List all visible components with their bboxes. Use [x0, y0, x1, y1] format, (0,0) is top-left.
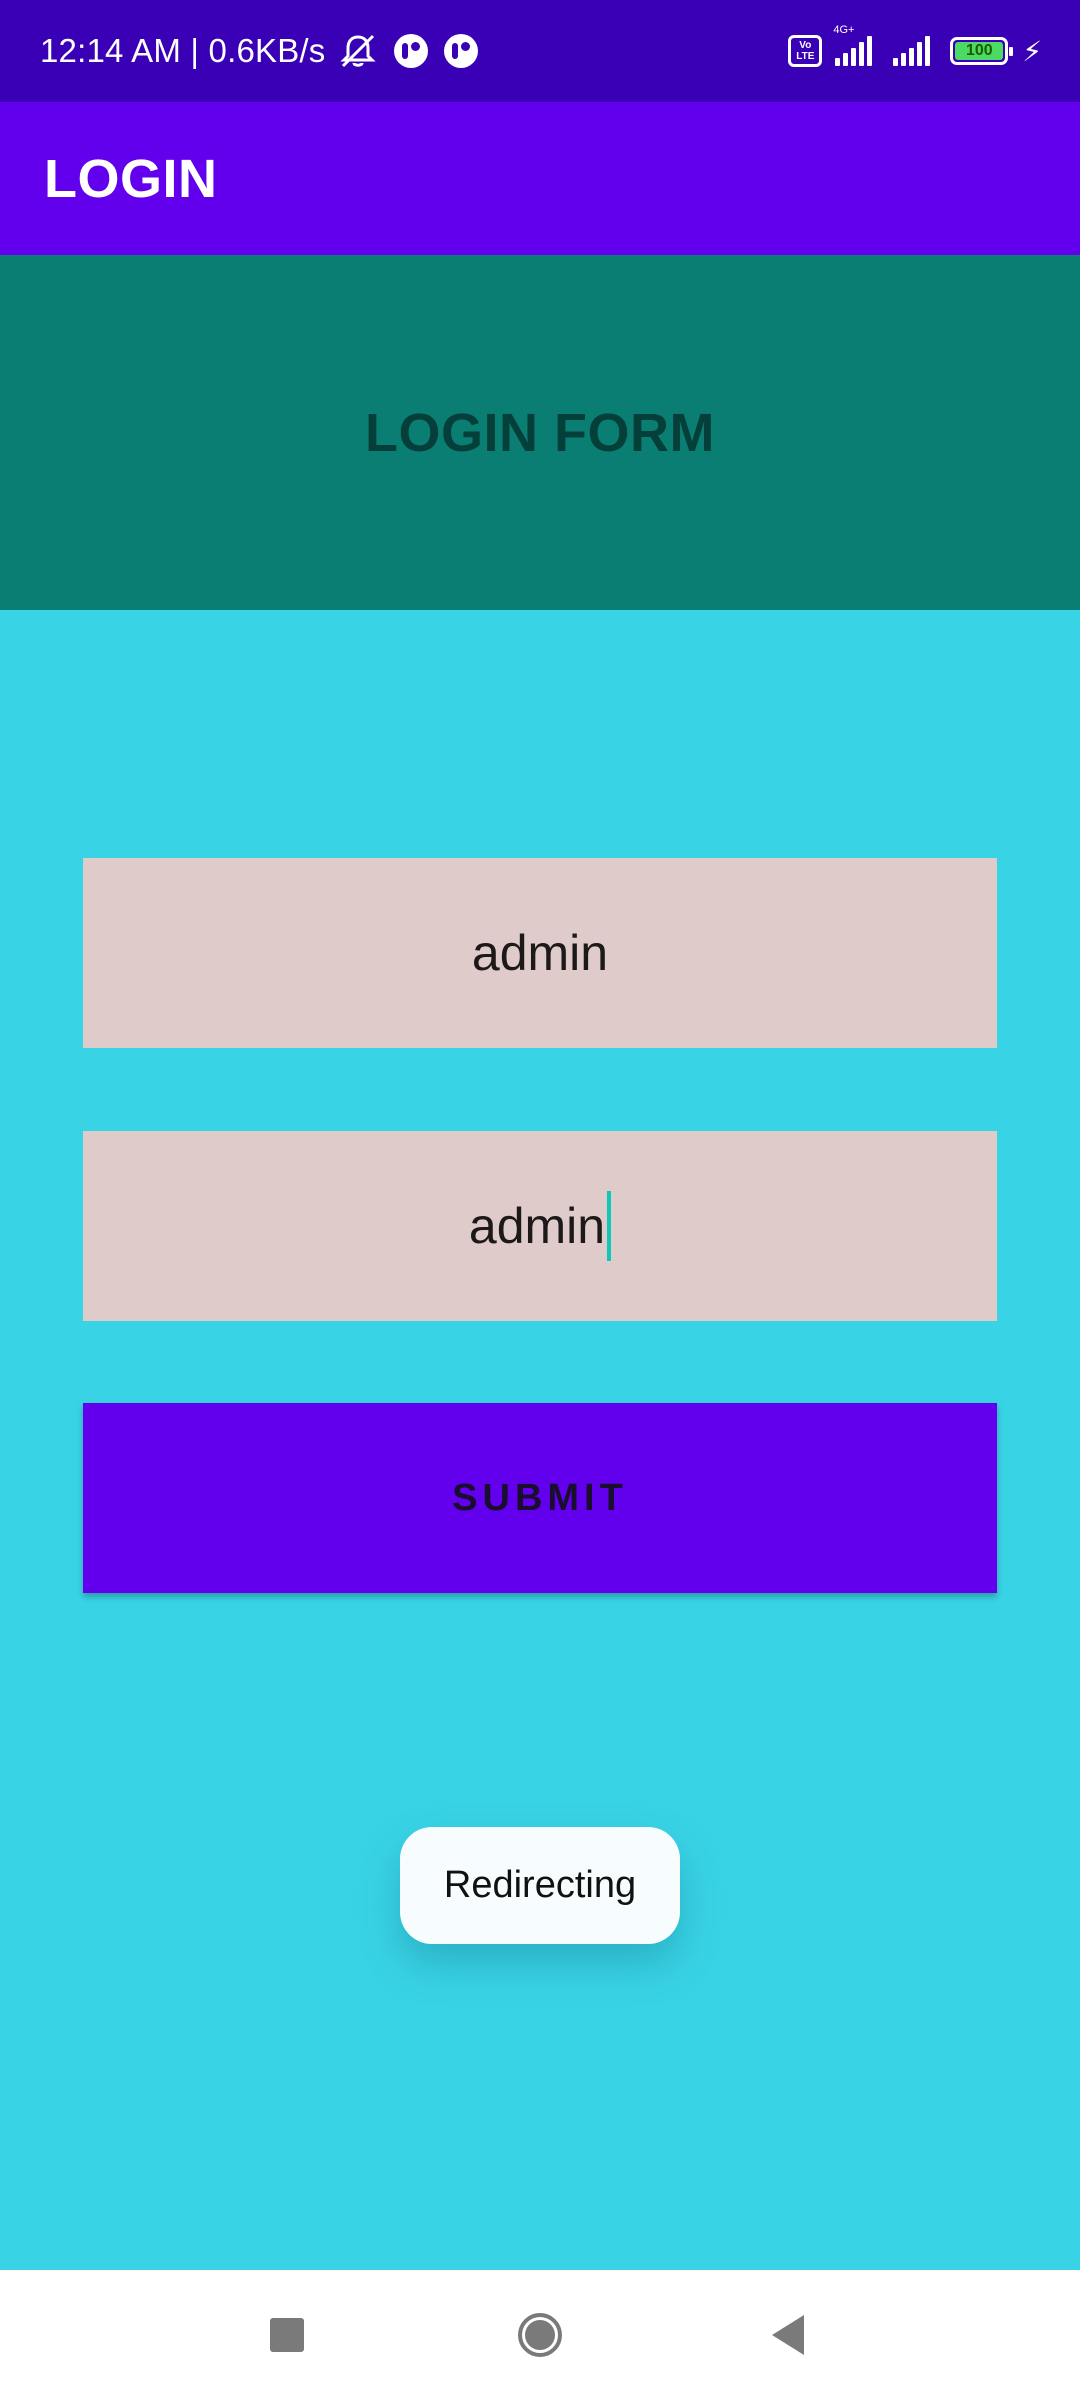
text-cursor: [607, 1191, 612, 1261]
app-bar: LOGIN: [0, 102, 1080, 255]
charging-icon: ⚡: [1022, 35, 1042, 67]
status-left: 12:14 AM | 0.6KB/s: [40, 32, 478, 70]
status-right: Vo LTE 4G+ 100 ⚡: [788, 24, 1042, 68]
recent-apps-icon: [270, 2318, 304, 2352]
signal-icon: [890, 36, 931, 66]
mute-icon: [338, 33, 378, 69]
home-icon: [518, 2313, 562, 2357]
form-title: LOGIN FORM: [365, 402, 715, 463]
battery-level: 100: [955, 42, 1004, 60]
notification-icon: [443, 34, 478, 68]
navigation-bar: [0, 2270, 1080, 2400]
battery-icon: 100: [950, 37, 1014, 65]
password-value: admin: [468, 1198, 606, 1254]
status-time: 12:14 AM | 0.6KB/s: [40, 32, 326, 69]
back-button[interactable]: [728, 2270, 848, 2400]
username-field[interactable]: admin: [83, 858, 997, 1048]
username-value: admin: [471, 925, 609, 981]
recent-apps-button[interactable]: [227, 2270, 347, 2400]
app-title: LOGIN: [44, 148, 218, 209]
notification-icon: [393, 34, 428, 68]
volte-icon: Vo LTE: [788, 35, 823, 67]
submit-button[interactable]: SUBMIT: [83, 1403, 997, 1593]
signal-icon: 4G+: [832, 24, 873, 66]
toast-message: Redirecting: [400, 1827, 680, 1944]
toast-text: Redirecting: [443, 1864, 637, 1906]
back-icon: [772, 2315, 804, 2355]
status-bar: 12:14 AM | 0.6KB/s Vo LTE 4G+ 100 ⚡: [0, 0, 1080, 102]
home-button[interactable]: [480, 2270, 600, 2400]
header-banner: LOGIN FORM: [0, 255, 1080, 610]
password-field[interactable]: admin: [83, 1131, 997, 1321]
network-type-label: 4G+: [833, 24, 855, 36]
